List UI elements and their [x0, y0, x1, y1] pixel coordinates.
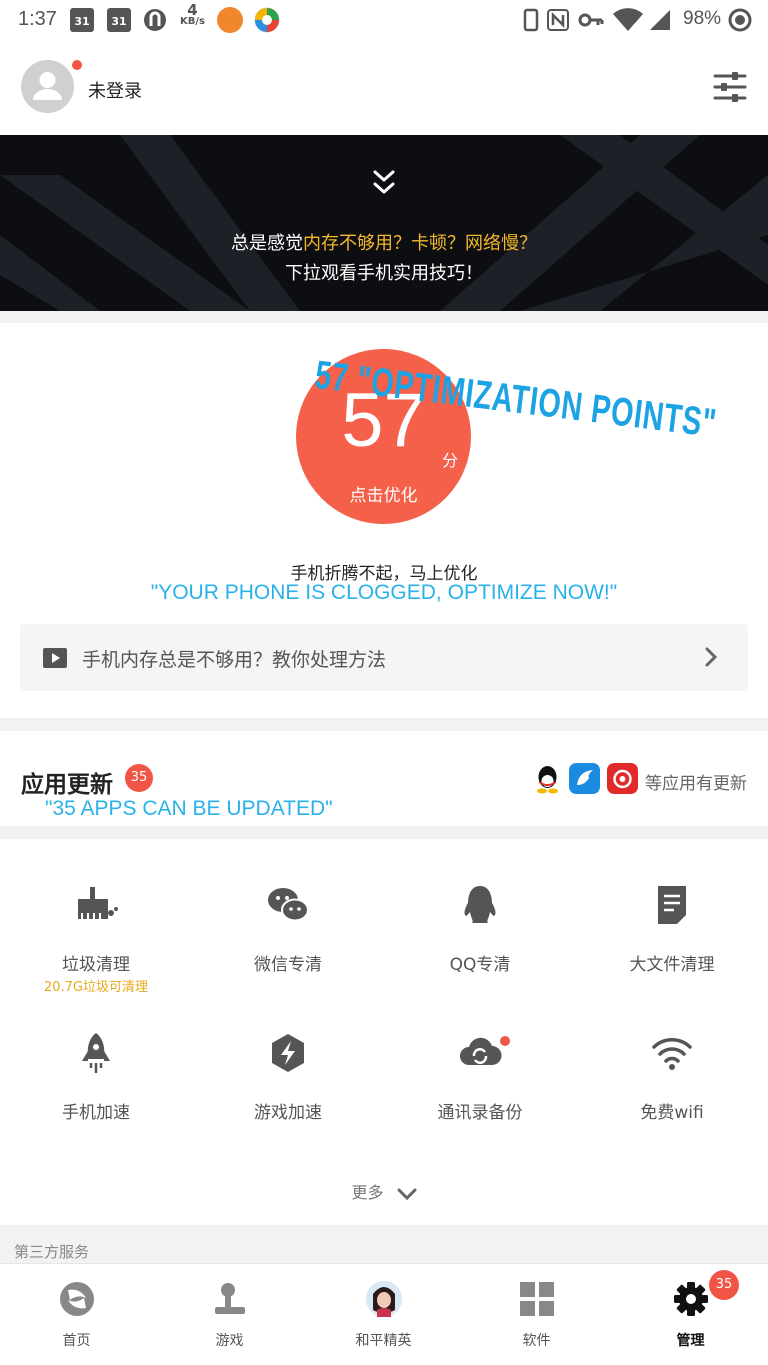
tab-home[interactable]: 首页 [0, 1264, 153, 1365]
cloud-sync-icon [460, 1037, 502, 1065]
battery-percent: 98% [683, 8, 722, 29]
tool-label: 微信专清 [254, 955, 322, 975]
banner-subline: 下拉观看手机实用技巧！ [285, 263, 483, 284]
video-tip-text: 手机内存总是不够用？教你处理方法 [82, 649, 387, 671]
tab-manage[interactable]: 35 管理 [614, 1264, 767, 1365]
score-unit: 分 [442, 451, 459, 470]
tool-label: 手机加速 [62, 1103, 130, 1123]
tool-phone-boost[interactable]: 手机加速 [0, 987, 192, 1123]
wifi-signal-icon [613, 8, 643, 32]
more-label: 更多 [351, 1183, 384, 1202]
qq-penguin-icon [464, 886, 496, 923]
network-speed-value: 4 [187, 1, 198, 19]
app-notification-icon [144, 9, 166, 31]
calendar-icon: 31 [70, 8, 94, 32]
tool-contacts-backup[interactable]: 通讯录备份 [384, 987, 576, 1123]
tab-label: 管理 [676, 1333, 705, 1349]
tool-large-file-clean[interactable]: 大文件清理 [576, 839, 768, 975]
video-tip-row[interactable]: 手机内存总是不够用？教你处理方法 [20, 624, 748, 691]
tool-label: 免费wifi [640, 1103, 704, 1123]
banner-headline-highlight: 内存不够用？卡顿？网络慢？ [303, 233, 537, 254]
tab-label: 首页 [62, 1333, 91, 1349]
network-speed-unit: KB/s [180, 16, 205, 27]
manage-badge: 35 [709, 1270, 739, 1300]
tab-game-pubg[interactable]: 和平精英 [307, 1264, 460, 1365]
chevron-right-icon [705, 647, 718, 667]
tool-label: 游戏加速 [254, 1103, 322, 1123]
tool-junk-clean[interactable]: 垃圾清理 20.7G垃圾可清理 [0, 839, 192, 995]
bottom-tab-bar: 首页 游戏 和平精英 软件 35 管理 [0, 1263, 768, 1365]
security-app-icon [254, 7, 280, 33]
app-notification-icon [217, 7, 243, 33]
notification-dot [500, 1036, 510, 1046]
more-tools-button[interactable]: 更多 [0, 1179, 768, 1203]
game-boost-icon [272, 1034, 304, 1072]
tools-grid: 垃圾清理 20.7G垃圾可清理 微信专清 QQ专清 大文件清理 手机加速 游戏加… [0, 839, 768, 1225]
play-video-icon [43, 648, 67, 668]
calendar-icon: 31 [107, 8, 131, 32]
tool-game-boost[interactable]: 游戏加速 [192, 987, 384, 1123]
status-time: 1:37 [18, 8, 57, 30]
wifi-icon [652, 1038, 692, 1070]
app-update-title: 应用更新 [21, 772, 113, 798]
tab-label: 游戏 [215, 1333, 244, 1349]
tab-label: 和平精英 [355, 1333, 412, 1349]
tool-label: QQ专清 [449, 955, 511, 975]
vpn-key-icon [578, 13, 604, 27]
joystick-icon [215, 1283, 245, 1314]
pull-down-chevron-icon [373, 170, 395, 194]
avatar[interactable] [21, 60, 74, 113]
home-logo-icon [60, 1282, 94, 1316]
tips-banner[interactable]: 总是感觉内存不够用？卡顿？网络慢？ 下拉观看手机实用技巧！ [0, 135, 768, 311]
qq-icon [537, 766, 558, 794]
bird-app-icon [569, 763, 600, 794]
game-avatar-icon [366, 1281, 402, 1317]
update-more-text: 等应用有更新 [645, 774, 747, 794]
notification-dot [72, 60, 82, 70]
chevron-down-icon [397, 1188, 417, 1200]
tab-software[interactable]: 软件 [460, 1264, 613, 1365]
rocket-icon [82, 1033, 110, 1073]
account-header: 未登录 [0, 42, 768, 135]
user-icon [33, 72, 62, 100]
netease-music-icon [607, 763, 638, 794]
network-speed: 4 KB/s [180, 1, 205, 28]
document-icon [658, 886, 686, 924]
login-status[interactable]: 未登录 [88, 77, 142, 103]
annotation-apps-updated: "35 APPS CAN BE UPDATED" [45, 797, 333, 820]
settings-sliders-icon[interactable] [712, 70, 748, 104]
annotation-phone-clogged: "YOUR PHONE IS CLOGGED, OPTIMIZE NOW!" [150, 581, 618, 604]
grid-apps-icon [520, 1282, 554, 1316]
broom-icon [78, 887, 118, 919]
banner-headline-prefix: 总是感觉 [231, 233, 303, 254]
status-bar: 1:37 31 31 4 KB/s 98% [0, 0, 768, 42]
tool-label: 垃圾清理 [62, 955, 130, 975]
tool-wechat-clean[interactable]: 微信专清 [192, 839, 384, 975]
gear-icon [674, 1282, 708, 1316]
app-update-row[interactable]: 应用更新 35 "35 APPS CAN BE UPDATED" 等应用有更新 [0, 731, 768, 826]
tool-qq-clean[interactable]: QQ专清 [384, 839, 576, 975]
cell-signal-icon [650, 10, 670, 30]
wechat-icon [268, 888, 309, 922]
tab-games[interactable]: 游戏 [153, 1264, 306, 1365]
tool-free-wifi[interactable]: 免费wifi [576, 987, 768, 1123]
battery-icon [728, 8, 752, 32]
update-count-badge: 35 [125, 764, 153, 792]
nfc-icon [547, 9, 569, 31]
tool-label: 通讯录备份 [437, 1103, 523, 1123]
third-party-section-label: 第三方服务 [14, 1243, 90, 1261]
banner-headline: 总是感觉内存不够用？卡顿？网络慢？ [0, 229, 768, 255]
optimization-card: 57 分 点击优化 57 "OPTIMIZATION POINTS" 手机折腾不… [0, 323, 768, 718]
tool-label: 大文件清理 [629, 955, 715, 975]
tab-label: 软件 [522, 1333, 551, 1349]
optimize-action-label: 点击优化 [349, 486, 418, 506]
phone-icon [523, 8, 539, 32]
